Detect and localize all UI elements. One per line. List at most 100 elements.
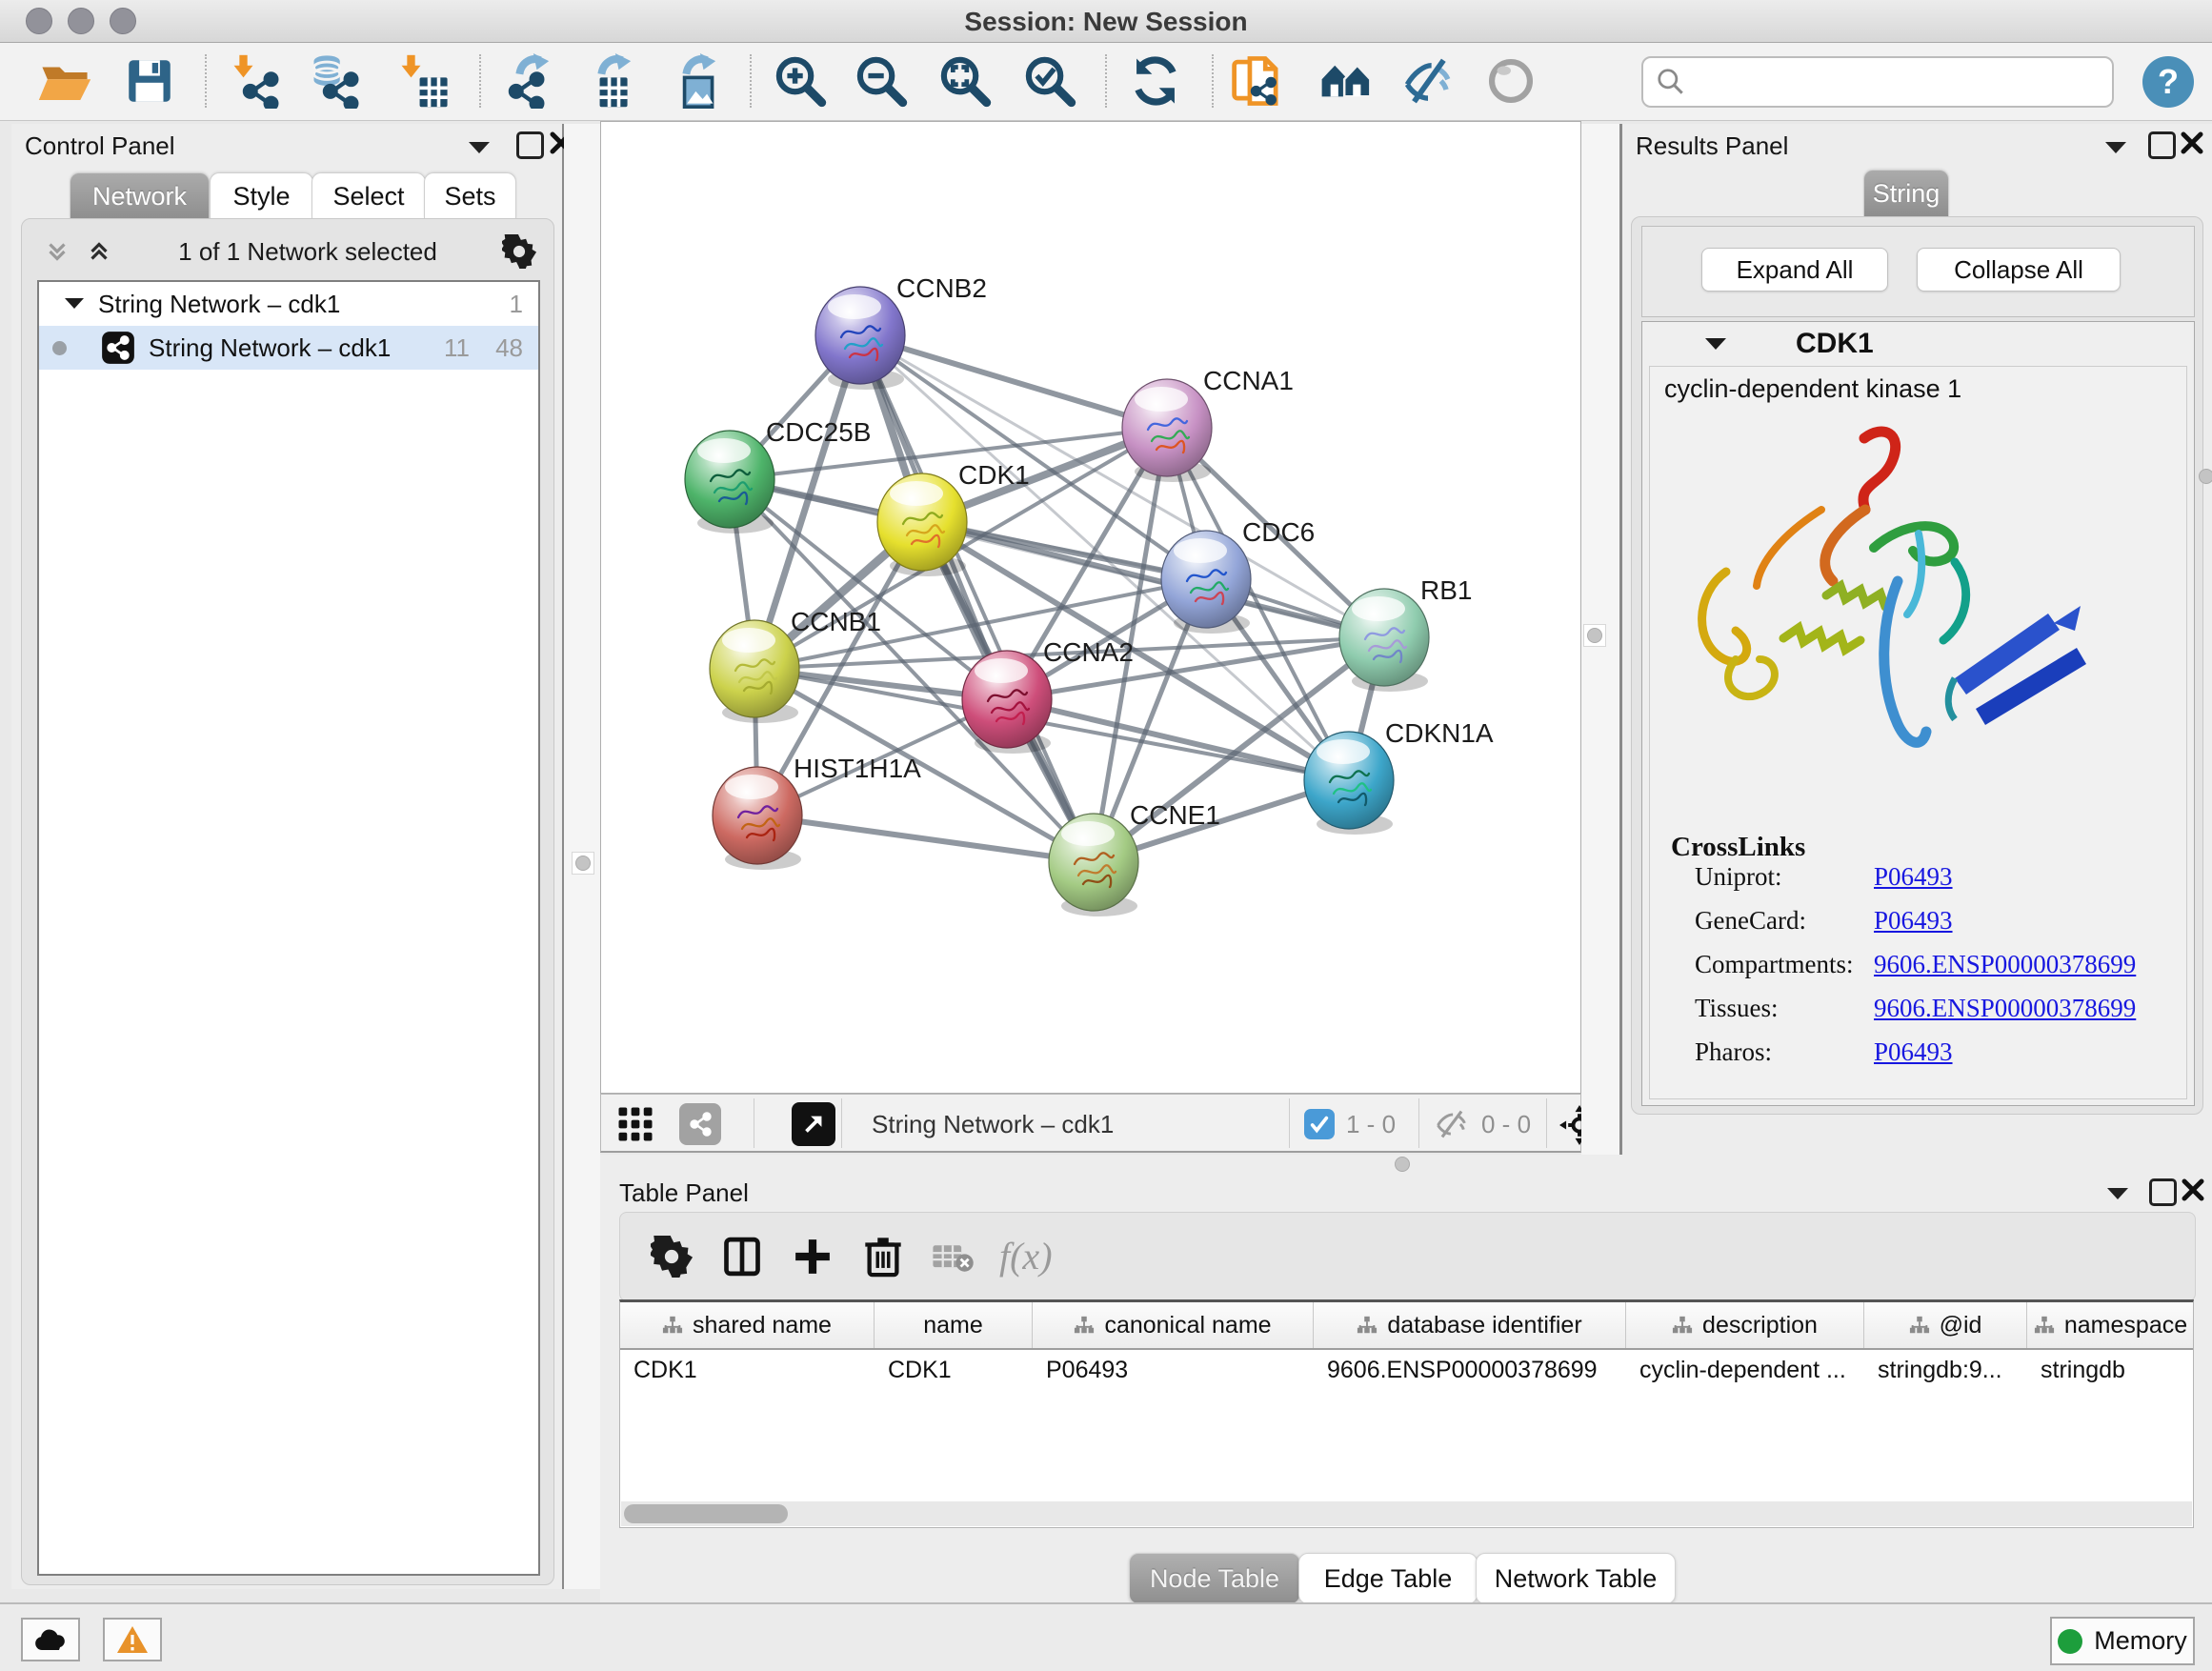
help-button[interactable]: ? — [2142, 56, 2194, 108]
cell-namespace[interactable]: stringdb — [2027, 1357, 2194, 1384]
crosslink-pharos-link[interactable]: P06493 — [1874, 1037, 1953, 1067]
collapse-all-button[interactable]: Collapse All — [1917, 248, 2121, 292]
cell-id[interactable]: stringdb:9... — [1864, 1357, 2027, 1384]
eye-button[interactable] — [1481, 51, 1540, 111]
column-header-sharedname[interactable]: shared name — [620, 1302, 875, 1348]
tab-network-table[interactable]: Network Table — [1476, 1553, 1676, 1604]
table-hscrollbar[interactable] — [621, 1501, 2192, 1526]
column-header-name[interactable]: name — [875, 1302, 1033, 1348]
cell-databaseidentifier[interactable]: 9606.ENSP00000378699 — [1314, 1357, 1626, 1384]
results-scroll-dot[interactable] — [2199, 469, 2212, 484]
column-header-namespace[interactable]: namespace — [2027, 1302, 2194, 1348]
tab-select[interactable]: Select — [312, 172, 426, 219]
grid-view-icon[interactable] — [614, 1103, 656, 1145]
table-hscrollbar-thumb[interactable] — [624, 1504, 788, 1523]
tab-edge-table[interactable]: Edge Table — [1298, 1553, 1478, 1604]
node-cdkn1a[interactable]: CDKN1A — [1304, 718, 1494, 835]
collapse-all-icon[interactable] — [43, 237, 71, 266]
memory-button[interactable]: Memory — [2050, 1617, 2195, 1665]
panel-menu-icon[interactable] — [2103, 139, 2128, 156]
export-table-button[interactable] — [575, 51, 634, 111]
cell-sharedname[interactable]: CDK1 — [620, 1357, 875, 1384]
right-splitter-handle[interactable] — [1583, 624, 1606, 647]
tab-node-table[interactable]: Node Table — [1129, 1553, 1300, 1604]
houses-button[interactable] — [1317, 51, 1376, 111]
float-panel-icon[interactable] — [2149, 1178, 2177, 1206]
network-collection-row[interactable]: String Network – cdk1 1 — [39, 282, 538, 326]
share-document-button[interactable] — [1229, 51, 1288, 111]
add-column-icon[interactable] — [792, 1236, 834, 1278]
column-header-id[interactable]: @id — [1864, 1302, 2027, 1348]
left-splitter-handle[interactable] — [572, 852, 594, 875]
show-columns-icon[interactable] — [721, 1236, 763, 1278]
node-ccne1[interactable]: CCNE1 — [1049, 800, 1220, 916]
network-options-gear-icon[interactable] — [502, 234, 536, 269]
node-hist1h1a[interactable]: HIST1H1A — [713, 754, 921, 870]
zoom-selected-button[interactable] — [1020, 51, 1079, 111]
tab-sets[interactable]: Sets — [424, 172, 516, 219]
tab-network[interactable]: Network — [70, 172, 210, 219]
expand-all-icon[interactable] — [85, 237, 113, 266]
table-row[interactable]: CDK1CDK1P064939606.ENSP00000378699cyclin… — [620, 1350, 2193, 1390]
node-table[interactable]: shared namenamecanonical namedatabase id… — [619, 1299, 2194, 1528]
refresh-layout-button[interactable] — [1126, 51, 1185, 111]
export-network-button[interactable] — [493, 51, 553, 111]
close-panel-icon[interactable] — [2181, 131, 2203, 154]
node-cdk1[interactable]: CDK1 — [877, 460, 1030, 576]
status-bar: Memory — [0, 1602, 2212, 1671]
panel-menu-icon[interactable] — [2105, 1185, 2130, 1202]
expand-all-button[interactable]: Expand All — [1701, 248, 1888, 292]
cell-canonicalname[interactable]: P06493 — [1033, 1357, 1314, 1384]
crosslink-tissues-link[interactable]: 9606.ENSP00000378699 — [1874, 994, 2136, 1023]
left-splitter[interactable] — [564, 124, 600, 1589]
gene-header[interactable]: CDK1 — [1642, 322, 2194, 366]
selected-checkbox-icon[interactable] — [1304, 1109, 1335, 1139]
float-panel-icon[interactable] — [2148, 131, 2176, 159]
search-input[interactable] — [1641, 56, 2114, 108]
column-header-description[interactable]: description — [1626, 1302, 1864, 1348]
import-table-button[interactable] — [395, 51, 454, 111]
network-view[interactable]: CCNB2 CCNA1 CDC25B CDK1 CDC6 R — [600, 121, 1581, 1094]
hide-details-button[interactable] — [1398, 51, 1458, 111]
export-image-button[interactable] — [660, 51, 719, 111]
tab-style[interactable]: Style — [210, 172, 313, 219]
column-header-databaseidentifier[interactable]: database identifier — [1314, 1302, 1626, 1348]
right-splitter[interactable] — [1581, 124, 1619, 1155]
save-session-button[interactable] — [120, 51, 179, 111]
edge-ccnb2-ccna1[interactable] — [860, 335, 1167, 428]
cell-description[interactable]: cyclin-dependent ... — [1626, 1357, 1864, 1384]
expander-icon[interactable] — [64, 296, 85, 312]
float-panel-icon[interactable] — [516, 131, 544, 159]
cloud-button[interactable] — [21, 1618, 80, 1661]
open-session-button[interactable] — [35, 51, 94, 111]
edge-count: 48 — [495, 333, 523, 363]
close-panel-icon[interactable] — [2182, 1178, 2204, 1201]
crosslink-genecard-link[interactable]: P06493 — [1874, 906, 1953, 936]
edge-hist1h1a-ccne1[interactable] — [757, 815, 1094, 862]
delete-column-icon[interactable] — [862, 1234, 904, 1278]
crosslink-uniprot-link[interactable]: P06493 — [1874, 862, 1953, 892]
network-row[interactable]: String Network – cdk1 11 48 — [39, 326, 538, 370]
table-gear-icon[interactable] — [651, 1236, 693, 1278]
share-view-icon[interactable] — [679, 1103, 721, 1145]
detach-view-icon[interactable] — [792, 1102, 835, 1146]
zoom-fit-button[interactable] — [935, 51, 995, 111]
crosslink-compartments-link[interactable]: 9606.ENSP00000378699 — [1874, 950, 2136, 979]
share-document-icon — [1231, 53, 1286, 109]
zoom-in-button[interactable] — [771, 51, 830, 111]
column-header-canonicalname[interactable]: canonical name — [1033, 1302, 1314, 1348]
panel-menu-icon[interactable] — [467, 139, 492, 156]
collection-label: String Network – cdk1 — [98, 290, 340, 319]
node-rb1[interactable]: RB1 — [1339, 575, 1472, 692]
node-label-ccna2: CCNA2 — [1043, 637, 1134, 667]
import-network-file-button[interactable] — [228, 51, 287, 111]
edge-ccnb2-ccne1[interactable] — [860, 335, 1094, 862]
eye-icon — [1483, 53, 1538, 109]
zoom-out-button[interactable] — [852, 51, 911, 111]
cell-name[interactable]: CDK1 — [875, 1357, 1033, 1384]
horizontal-splitter-handle[interactable] — [1395, 1157, 1410, 1172]
collapse-section-icon[interactable] — [1704, 336, 1727, 352]
tab-string[interactable]: String — [1863, 170, 1949, 216]
import-network-database-button[interactable] — [308, 51, 367, 111]
warning-button[interactable] — [103, 1618, 162, 1661]
